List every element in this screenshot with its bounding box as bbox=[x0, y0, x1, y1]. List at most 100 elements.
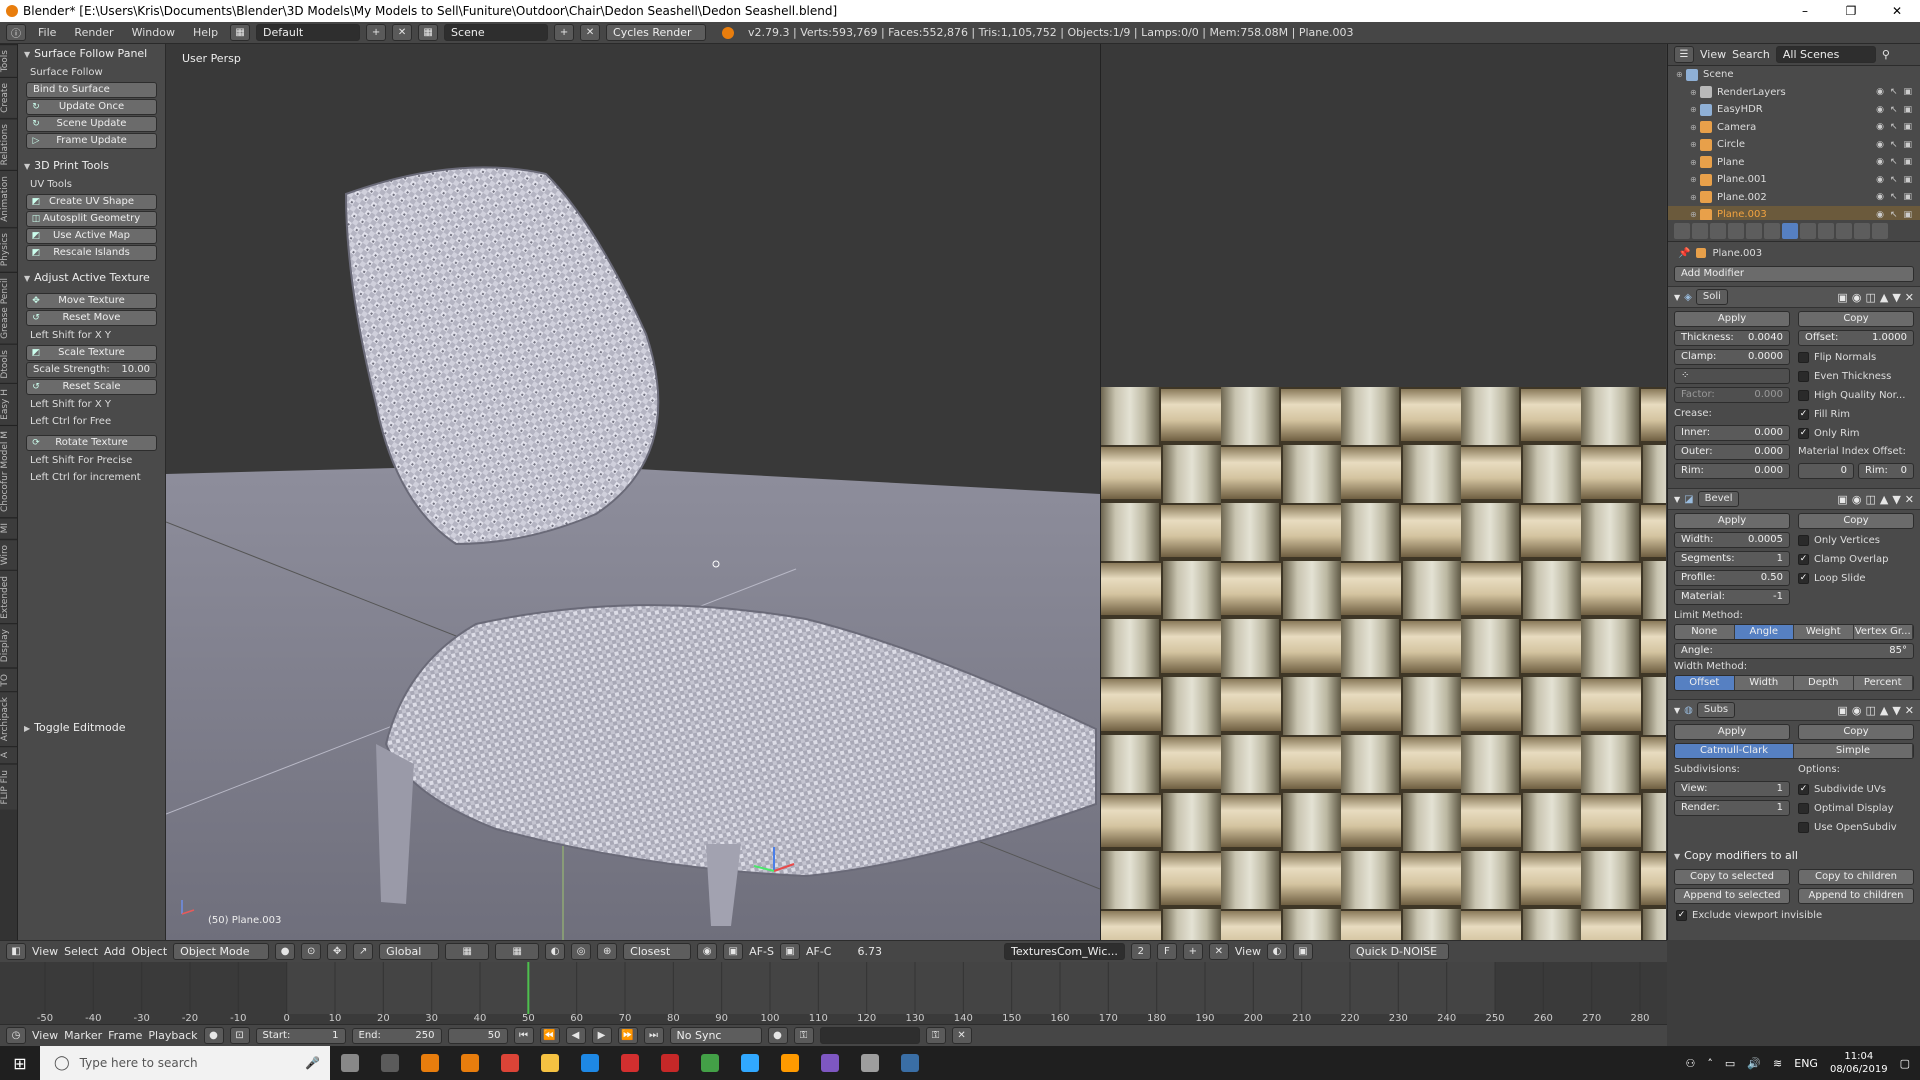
eye-icon[interactable]: ◉ bbox=[1876, 210, 1884, 220]
taskbar-app-illustrator[interactable] bbox=[770, 1046, 810, 1080]
menu-render[interactable]: Render bbox=[68, 26, 119, 39]
eye-icon[interactable]: ◉ bbox=[1876, 175, 1884, 185]
append-to-children-button[interactable]: Append to children bbox=[1798, 888, 1914, 904]
fill-rim-checkbox[interactable]: ✓ Fill Rim bbox=[1798, 406, 1914, 422]
taskbar-app-app-multi[interactable] bbox=[810, 1046, 850, 1080]
outliner-item[interactable]: ⊕ EasyHDR ◉ ↖ ▣ bbox=[1668, 101, 1920, 119]
eye-icon[interactable]: ◉ bbox=[1876, 192, 1884, 202]
af-s-label[interactable]: AF-S bbox=[749, 945, 774, 958]
cursor-icon[interactable]: ↖ bbox=[1890, 105, 1898, 115]
taskbar-app-chrome[interactable] bbox=[490, 1046, 530, 1080]
material-tab-icon[interactable] bbox=[1818, 222, 1834, 239]
rotate-texture-button[interactable]: ⟳ Rotate Texture bbox=[26, 435, 157, 451]
play-reverse-icon[interactable]: ◀ bbox=[565, 1027, 586, 1044]
clock[interactable]: 11:04 08/06/2019 bbox=[1830, 1050, 1888, 1076]
copy-modifiers-panel-header[interactable]: ▼ Copy modifiers to all bbox=[1668, 846, 1920, 866]
data-tab-icon[interactable] bbox=[1800, 222, 1816, 239]
screen-layout-icon[interactable]: ▦ bbox=[230, 24, 251, 41]
cursor-icon[interactable]: ↖ bbox=[1890, 140, 1898, 150]
expand-icon[interactable]: ⊕ bbox=[1690, 88, 1700, 97]
move-down-icon[interactable]: ▼ bbox=[1892, 291, 1900, 304]
create-uv-shape-button[interactable]: ◩ Create UV Shape bbox=[26, 194, 157, 210]
expand-icon[interactable]: ⊕ bbox=[1690, 210, 1700, 219]
camera-render-icon[interactable]: ▣ bbox=[1903, 87, 1912, 97]
surface-follow-panel-header[interactable]: ▼ Surface Follow Panel bbox=[18, 44, 165, 64]
world-tab-icon[interactable] bbox=[1728, 222, 1744, 239]
vp-object-menu[interactable]: Object bbox=[131, 945, 167, 958]
outliner-item[interactable]: ⊕ Plane ◉ ↖ ▣ bbox=[1668, 154, 1920, 172]
record-icon[interactable]: ● bbox=[203, 1027, 224, 1044]
rescale-islands-button[interactable]: ◩ Rescale Islands bbox=[26, 245, 157, 261]
reset-scale-button[interactable]: ↺ Reset Scale bbox=[26, 379, 157, 395]
outliner-view-menu[interactable]: View bbox=[1700, 48, 1726, 61]
eye-icon[interactable]: ◉ bbox=[1876, 87, 1884, 97]
scale-texture-button[interactable]: ◩ Scale Texture bbox=[26, 345, 157, 361]
high-quality-normals-checkbox[interactable]: High Quality Nor... bbox=[1798, 387, 1914, 403]
pin-icon[interactable]: 📌 bbox=[1678, 248, 1690, 259]
segment-option[interactable]: None bbox=[1675, 625, 1735, 639]
move-texture-button[interactable]: ✥ Move Texture bbox=[26, 293, 157, 309]
viewport-toggle-icon[interactable]: ◉ bbox=[1852, 493, 1862, 506]
add-layout-icon[interactable]: + bbox=[366, 24, 387, 41]
solidify-apply-button[interactable]: Apply bbox=[1674, 311, 1790, 327]
eye-icon[interactable]: ◉ bbox=[1876, 105, 1884, 115]
bevel-material-field[interactable]: Material: -1 bbox=[1674, 589, 1790, 605]
outliner-item[interactable]: ⊕ Plane.001 ◉ ↖ ▣ bbox=[1668, 171, 1920, 189]
person-icon[interactable]: ⚇ bbox=[1686, 1057, 1696, 1070]
toolshelf-tab[interactable]: FLIP Flu bbox=[0, 763, 17, 810]
display-channels-icon[interactable]: ◐ bbox=[1266, 943, 1287, 960]
segment-option[interactable]: Angle bbox=[1734, 625, 1794, 639]
catmull-clark-option[interactable]: Catmull-Clark bbox=[1675, 744, 1794, 758]
clamp-overlap-checkbox[interactable]: ✓ Clamp Overlap bbox=[1798, 551, 1914, 567]
add-scene-icon[interactable]: + bbox=[554, 24, 575, 41]
vp-select-menu[interactable]: Select bbox=[64, 945, 98, 958]
taskbar-app-blender-2[interactable] bbox=[450, 1046, 490, 1080]
toolshelf-tab[interactable]: Animation bbox=[0, 170, 17, 228]
segment-option[interactable]: Weight bbox=[1794, 625, 1854, 639]
viewport-toggle-icon[interactable]: ◉ bbox=[1852, 291, 1862, 304]
snap-icon[interactable]: ⊕ bbox=[597, 943, 618, 960]
outliner-item[interactable]: ⊕ Circle ◉ ↖ ▣ bbox=[1668, 136, 1920, 154]
start-frame-field[interactable]: Start: 1 bbox=[255, 1027, 346, 1044]
toolshelf-tab[interactable]: TO bbox=[0, 667, 17, 692]
update-once-button[interactable]: ↻ Update Once bbox=[26, 99, 157, 115]
microphone-icon[interactable]: 🎤 bbox=[305, 1056, 320, 1070]
camera-render-icon[interactable]: ▣ bbox=[1903, 157, 1912, 167]
sync-mode-selector[interactable]: No Sync bbox=[669, 1027, 762, 1044]
vp-add-menu[interactable]: Add bbox=[104, 945, 125, 958]
only-rim-checkbox[interactable]: ✓ Only Rim bbox=[1798, 425, 1914, 441]
scene-icon[interactable]: ▦ bbox=[418, 24, 439, 41]
render-icon[interactable]: ◉ bbox=[697, 943, 718, 960]
outliner-display-mode[interactable]: All Scenes bbox=[1775, 46, 1876, 63]
scene-update-button[interactable]: ↻ Scene Update bbox=[26, 116, 157, 132]
outliner-item[interactable]: ⊕ RenderLayers ◉ ↖ ▣ bbox=[1668, 84, 1920, 102]
taskbar-app-calculator[interactable] bbox=[370, 1046, 410, 1080]
fake-user-button[interactable]: F bbox=[1156, 943, 1177, 960]
toolshelf-tab[interactable]: Easy H bbox=[0, 383, 17, 426]
editmode-toggle-icon[interactable]: ◫ bbox=[1865, 291, 1875, 304]
menu-file[interactable]: File bbox=[32, 26, 62, 39]
image-view-menu[interactable]: View bbox=[1235, 945, 1261, 958]
thickness-field[interactable]: Thickness: 0.0040 bbox=[1674, 330, 1790, 346]
adjust-texture-panel-header[interactable]: ▼ Adjust Active Texture bbox=[18, 268, 165, 288]
toolshelf-tab[interactable]: Relations bbox=[0, 118, 17, 171]
menu-window[interactable]: Window bbox=[126, 26, 181, 39]
cursor-icon[interactable]: ↖ bbox=[1890, 87, 1898, 97]
move-up-icon[interactable]: ▲ bbox=[1880, 291, 1888, 304]
jump-end-icon[interactable]: ⏭ bbox=[643, 1027, 664, 1044]
offset-field[interactable]: Offset: 1.0000 bbox=[1798, 330, 1914, 346]
auto-keying-icon[interactable]: ● bbox=[767, 1027, 788, 1044]
3d-viewport[interactable]: User Persp (50) Plane.003 bbox=[166, 44, 1100, 940]
move-down-icon[interactable]: ▼ bbox=[1892, 704, 1900, 717]
eye-icon[interactable]: ◉ bbox=[1876, 157, 1884, 167]
particles-tab-icon[interactable] bbox=[1854, 222, 1870, 239]
add-modifier-button[interactable]: Add Modifier bbox=[1674, 266, 1914, 282]
image-selector[interactable]: TexturesCom_Wic... bbox=[1004, 943, 1125, 960]
loop-slide-checkbox[interactable]: ✓ Loop Slide bbox=[1798, 570, 1914, 586]
taskbar-app-app-red[interactable] bbox=[610, 1046, 650, 1080]
editmode-toggle-icon[interactable]: ◫ bbox=[1865, 493, 1875, 506]
wifi-icon[interactable]: ≋ bbox=[1773, 1057, 1782, 1070]
timeline-view-menu[interactable]: View bbox=[32, 1029, 58, 1042]
vertex-group-field[interactable]: ⁘ bbox=[1674, 368, 1790, 384]
shading-icon[interactable]: ● bbox=[275, 943, 296, 960]
